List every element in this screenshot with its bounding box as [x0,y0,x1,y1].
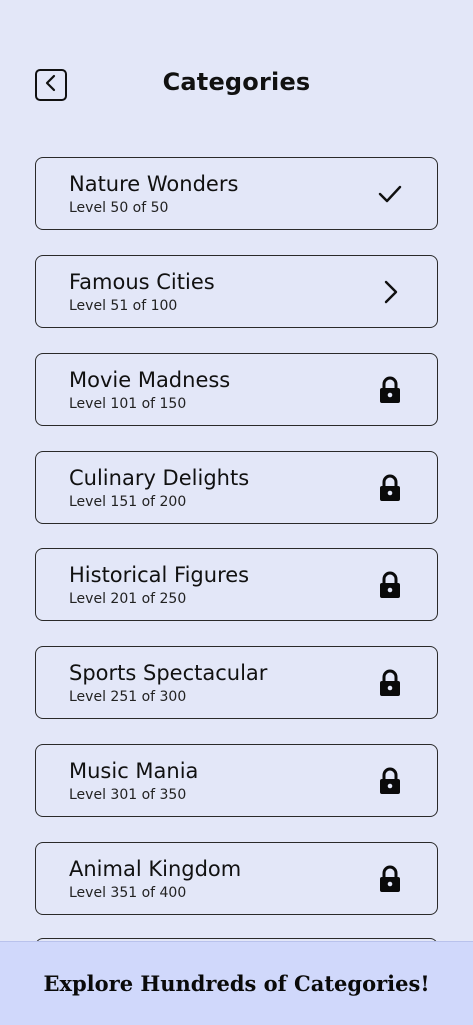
category-card-movie-madness[interactable]: Movie Madness Level 101 of 150 [35,353,438,426]
chevron-right-icon [377,279,403,305]
category-level: Level 251 of 300 [69,689,187,705]
category-card-sports-spectacular[interactable]: Sports Spectacular Level 251 of 300 [35,646,438,719]
category-name: Famous Cities [69,270,215,294]
page-title: Categories [162,68,311,96]
category-card-historical-figures[interactable]: Historical Figures Level 201 of 250 [35,548,438,621]
category-name: Nature Wonders [69,172,239,196]
category-card-famous-cities[interactable]: Famous Cities Level 51 of 100 [35,255,438,328]
category-level: Level 51 of 100 [69,298,178,314]
category-name: Animal Kingdom [69,857,242,881]
promo-banner: Explore Hundreds of Categories! [0,941,473,1025]
check-icon [377,181,403,207]
lock-icon [377,669,403,696]
lock-icon [377,767,403,794]
category-level: Level 201 of 250 [69,591,187,607]
category-card-culinary-delights[interactable]: Culinary Delights Level 151 of 200 [35,451,438,524]
lock-icon [377,376,403,403]
category-level: Level 50 of 50 [69,200,169,216]
category-name: Sports Spectacular [69,661,268,685]
category-name: Music Mania [69,759,199,783]
category-level: Level 351 of 400 [69,885,187,901]
category-card-music-mania[interactable]: Music Mania Level 301 of 350 [35,744,438,817]
category-card-animal-kingdom[interactable]: Animal Kingdom Level 351 of 400 [35,842,438,915]
category-level: Level 101 of 150 [69,396,187,412]
category-level: Level 301 of 350 [69,787,187,803]
category-level: Level 151 of 200 [69,494,187,510]
lock-icon [377,474,403,501]
lock-icon [377,571,403,598]
lock-icon [377,865,403,892]
banner-text: Explore Hundreds of Categories! [43,971,430,996]
category-card-nature-wonders[interactable]: Nature Wonders Level 50 of 50 [35,157,438,230]
category-name: Movie Madness [69,368,231,392]
category-name: Culinary Delights [69,466,250,490]
category-name: Historical Figures [69,563,250,587]
